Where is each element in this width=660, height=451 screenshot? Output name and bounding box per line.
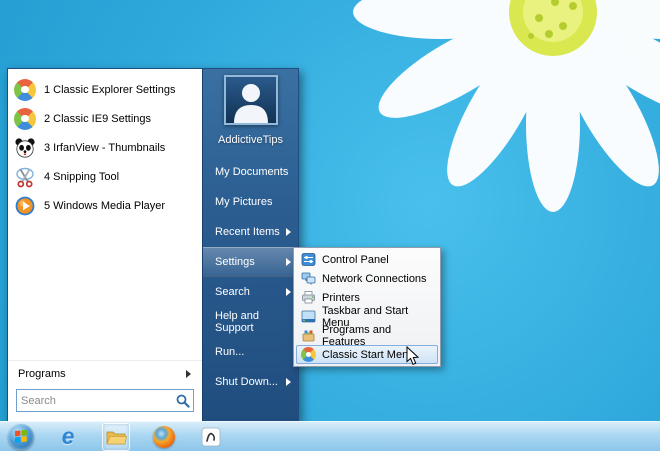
programs-label: Programs: [18, 368, 66, 380]
start-button[interactable]: [8, 424, 34, 450]
menu-item-run[interactable]: Run...: [203, 337, 298, 367]
submenu-item-label: Network Connections: [322, 273, 427, 285]
menu-item-help-and-support[interactable]: Help and Support: [203, 307, 298, 337]
menu-item-label: Recent Items: [215, 226, 280, 238]
internet-explorer-icon: [62, 425, 75, 448]
programs-features-icon: [301, 328, 316, 343]
classic-start-menu-icon: [301, 347, 316, 362]
network-connections-icon: [301, 271, 316, 286]
classic-shell-icon: [14, 108, 36, 130]
pinned-item-windows-media-player[interactable]: 5 Windows Media Player: [8, 191, 202, 220]
taskbar: [0, 421, 660, 451]
pinned-item-label: 2 Classic IE9 Settings: [44, 113, 151, 125]
menu-item-my-pictures[interactable]: My Pictures: [203, 187, 298, 217]
menu-item-my-documents[interactable]: My Documents: [203, 157, 298, 187]
submenu-arrow-icon: [286, 288, 291, 296]
menu-item-settings[interactable]: Settings: [203, 247, 298, 277]
pinned-item-label: 1 Classic Explorer Settings: [44, 84, 175, 96]
submenu-item-label: Programs and Features: [322, 324, 433, 348]
taskbar-item-firefox[interactable]: [151, 424, 177, 450]
submenu-item-classic-start-menu[interactable]: Classic Start Menu: [296, 345, 438, 364]
pinned-item-classic-explorer-settings[interactable]: 1 Classic Explorer Settings: [8, 75, 202, 104]
start-menu-pinned-panel: 1 Classic Explorer Settings 2 Classic IE…: [8, 69, 202, 421]
pinned-item-label: 5 Windows Media Player: [44, 200, 165, 212]
submenu-item-programs-and-features[interactable]: Programs and Features: [296, 326, 438, 345]
menu-item-shut-down[interactable]: Shut Down...: [203, 367, 298, 397]
windows-logo-icon: [8, 424, 34, 450]
user-silhouette-icon: [226, 77, 276, 123]
submenu-arrow-icon: [186, 370, 191, 378]
search-box: [16, 389, 194, 412]
programs-menu-item[interactable]: Programs: [8, 360, 202, 386]
irfanview-panda-icon: [14, 137, 36, 159]
pinned-item-irfanview[interactable]: 3 IrfanView - Thumbnails: [8, 133, 202, 162]
pinned-item-snipping-tool[interactable]: 4 Snipping Tool: [8, 162, 202, 191]
search-input[interactable]: [17, 395, 175, 407]
submenu-arrow-icon: [286, 258, 291, 266]
pinned-item-label: 3 IrfanView - Thumbnails: [44, 142, 165, 154]
user-avatar[interactable]: [224, 75, 278, 125]
control-panel-icon: [301, 252, 316, 267]
windows-media-player-icon: [14, 195, 36, 217]
pinned-item-label: 4 Snipping Tool: [44, 171, 119, 183]
firefox-icon: [153, 426, 175, 448]
submenu-item-label: Printers: [322, 292, 360, 304]
pinned-panel-spacer: [8, 220, 202, 360]
menu-item-recent-items[interactable]: Recent Items: [203, 217, 298, 247]
snipping-tool-icon: [14, 166, 36, 188]
start-menu: 1 Classic Explorer Settings 2 Classic IE…: [7, 68, 299, 422]
submenu-item-label: Classic Start Menu: [322, 349, 414, 361]
search-icon[interactable]: [175, 393, 191, 409]
taskbar-item-file-explorer[interactable]: [102, 423, 130, 451]
menu-item-label: Shut Down...: [215, 376, 278, 388]
submenu-arrow-icon: [286, 378, 291, 386]
submenu-item-control-panel[interactable]: Control Panel: [296, 250, 438, 269]
menu-item-search[interactable]: Search: [203, 277, 298, 307]
menu-item-label: Run...: [215, 346, 244, 358]
user-name: AddictiveTips: [203, 134, 298, 146]
taskbar-item-internet-explorer[interactable]: [55, 424, 81, 450]
menu-item-label: Settings: [215, 256, 255, 268]
menu-item-label: My Documents: [215, 166, 288, 178]
screen: 1 Classic Explorer Settings 2 Classic IE…: [0, 0, 660, 451]
menu-item-label: Help and Support: [215, 310, 298, 334]
submenu-arrow-icon: [286, 228, 291, 236]
menu-item-label: My Pictures: [215, 196, 272, 208]
pinned-item-classic-ie9-settings[interactable]: 2 Classic IE9 Settings: [8, 104, 202, 133]
classic-shell-icon: [14, 79, 36, 101]
submenu-item-network-connections[interactable]: Network Connections: [296, 269, 438, 288]
printers-icon: [301, 290, 316, 305]
settings-submenu: Control Panel Network Connections Printe…: [293, 247, 441, 367]
taskbar-settings-icon: [301, 309, 316, 324]
menu-item-label: Search: [215, 286, 250, 298]
start-menu-places-panel: AddictiveTips My Documents My Pictures R…: [202, 69, 298, 421]
sketch-app-icon: [200, 426, 222, 448]
taskbar-item-sketch-app[interactable]: [198, 424, 224, 450]
folder-icon: [105, 426, 127, 448]
submenu-item-label: Control Panel: [322, 254, 389, 266]
